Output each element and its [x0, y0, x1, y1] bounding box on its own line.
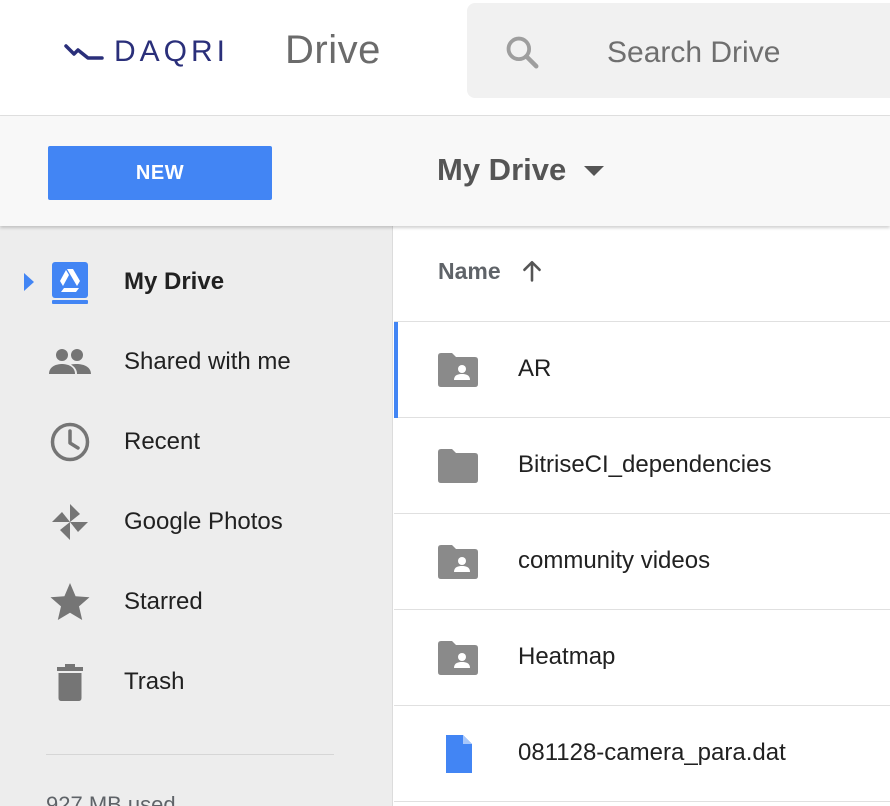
trash-icon	[57, 664, 83, 701]
file-name: AR	[518, 355, 552, 382]
file-name: 081128-camera_para.dat	[518, 739, 786, 766]
file-row[interactable]: AR	[394, 322, 890, 418]
shared-folder-icon	[438, 641, 478, 675]
sidebar-item-google-photos[interactable]: Google Photos	[0, 482, 393, 562]
action-bar: NEW My Drive	[0, 116, 890, 226]
new-button[interactable]: NEW	[48, 146, 272, 200]
pinwheel-icon	[52, 504, 88, 540]
drive-app: DAQRI Drive NEW My Drive	[0, 0, 890, 806]
people-icon	[49, 349, 91, 374]
top-header: DAQRI Drive	[0, 0, 890, 116]
drive-icon	[52, 262, 88, 304]
sidebar-item-label: Recent	[124, 428, 201, 455]
file-list: Name AR BitriseCI_dependencies community…	[394, 226, 890, 806]
brand-logo[interactable]: DAQRI	[64, 30, 229, 74]
location-dropdown[interactable]: My Drive	[437, 150, 605, 190]
location-label: My Drive	[437, 152, 567, 187]
search-box[interactable]	[467, 3, 890, 98]
search-icon[interactable]	[503, 33, 541, 71]
sidebar-item-label: My Drive	[124, 268, 225, 295]
sort-ascending-icon[interactable]	[518, 257, 546, 285]
file-row[interactable]: Heatmap	[394, 610, 890, 706]
sidebar-item-starred[interactable]: Starred	[0, 562, 393, 642]
sidebar-item-shared-with-me[interactable]: Shared with me	[0, 322, 393, 402]
sidebar-item-label: Starred	[124, 588, 203, 615]
file-row[interactable]: 081128-camera_para.dat	[394, 706, 890, 802]
column-header-name[interactable]: Name	[394, 226, 890, 322]
sidebar-item-trash[interactable]: Trash	[0, 642, 393, 722]
folder-icon	[438, 449, 478, 483]
clock-icon	[50, 422, 90, 462]
product-name: Drive	[285, 28, 381, 72]
file-name: BitriseCI_dependencies	[518, 451, 772, 478]
shared-folder-icon	[438, 545, 478, 579]
sidebar: My Drive Shared with me Recent Google Ph…	[0, 226, 393, 806]
sidebar-item-label: Trash	[124, 668, 185, 695]
file-row[interactable]: community videos	[394, 514, 890, 610]
column-name-label: Name	[438, 258, 501, 284]
file-icon	[446, 735, 472, 773]
shared-folder-icon	[438, 353, 478, 387]
dropdown-caret-icon	[584, 166, 605, 176]
expand-arrow-icon[interactable]	[24, 273, 34, 291]
file-name: community videos	[518, 547, 711, 574]
sidebar-item-recent[interactable]: Recent	[0, 402, 393, 482]
sidebar-item-label: Shared with me	[124, 348, 291, 375]
sidebar-divider	[46, 754, 334, 755]
search-input[interactable]	[607, 31, 890, 75]
file-row[interactable]: BitriseCI_dependencies	[394, 418, 890, 514]
daqri-logo-icon	[64, 44, 104, 60]
file-name: Heatmap	[518, 643, 616, 670]
star-icon	[50, 583, 90, 620]
storage-usage: 927 MB used	[46, 792, 176, 806]
sidebar-item-label: Google Photos	[124, 508, 283, 535]
sidebar-item-my-drive[interactable]: My Drive	[0, 242, 393, 322]
brand-name: DAQRI	[114, 35, 230, 68]
